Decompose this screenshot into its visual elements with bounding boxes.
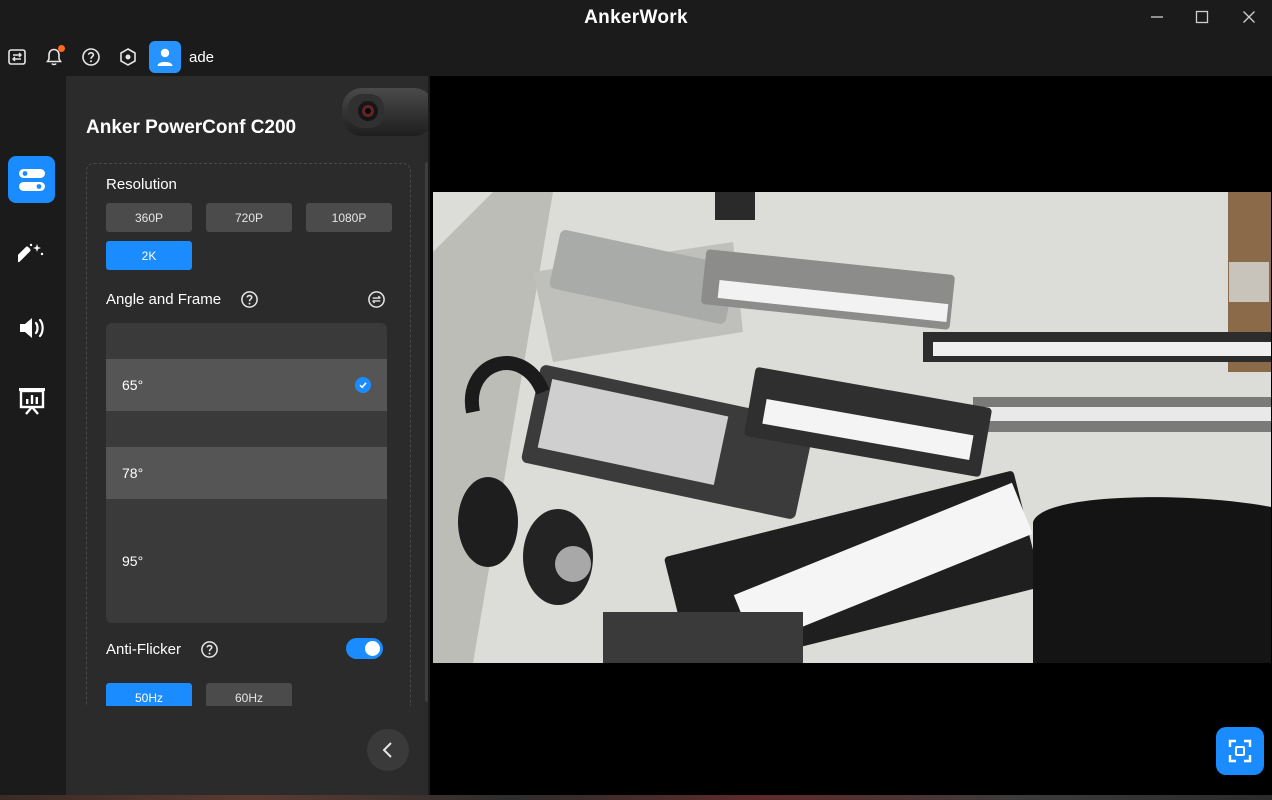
resolution-option-720p[interactable]: 720P (206, 203, 292, 232)
anti-flicker-label: Anti-Flicker (106, 641, 182, 658)
maximize-icon (1195, 10, 1209, 24)
angle-frame-label: Angle and Frame (106, 291, 222, 308)
desktop-strip (0, 795, 1272, 800)
device-title: Anker PowerConf C200 (86, 117, 297, 138)
fullscreen-button[interactable] (1216, 727, 1264, 775)
switch-device-icon (8, 49, 26, 65)
notifications-button[interactable] (43, 45, 65, 68)
presentation-icon (18, 387, 45, 415)
minimize-icon (1151, 16, 1163, 18)
top-toolbar: ade (0, 38, 430, 76)
help-icon (240, 290, 258, 308)
magic-wand-icon (17, 243, 43, 262)
webcam-image (342, 88, 428, 136)
angle-option-78[interactable]: 78° (106, 447, 387, 499)
anti-flicker-toggle[interactable] (346, 638, 383, 659)
close-icon (1243, 11, 1255, 23)
resolution-option-2k[interactable]: 2K (106, 241, 192, 270)
reset-icon (367, 290, 385, 308)
notification-dot (58, 45, 65, 52)
check-icon (355, 377, 371, 393)
maximize-button[interactable] (1187, 5, 1217, 29)
camera-feed-image (433, 192, 1271, 663)
resolution-option-1080p[interactable]: 1080P (306, 203, 392, 232)
resolution-label: Resolution (106, 176, 177, 193)
angle-help-button[interactable] (239, 289, 259, 309)
nav-item-effects[interactable] (8, 231, 55, 278)
avatar[interactable] (149, 41, 181, 73)
title-bar: AnkerWork (0, 0, 1272, 36)
angle-option-95[interactable]: 95° (106, 535, 387, 587)
nav-item-presentation[interactable] (8, 377, 55, 424)
angle-option-label: 95° (122, 553, 144, 569)
nav-item-camera-settings[interactable] (8, 156, 55, 203)
angle-option-label: 65° (122, 377, 144, 393)
device-settings-panel: Anker PowerConf C200 Resolution 360P 720… (66, 76, 428, 800)
angle-option-label: 78° (122, 465, 144, 481)
chevron-left-icon (382, 742, 392, 758)
minimize-button[interactable] (1142, 5, 1172, 29)
scrollbar[interactable] (425, 162, 428, 702)
camera-settings-icon (18, 168, 45, 191)
settings-button[interactable] (117, 46, 139, 68)
collapse-panel-button[interactable] (367, 729, 409, 771)
fullscreen-icon (1228, 739, 1252, 763)
ankerwork-app: AnkerWork ade Anker PowerConf C200 Resol… (0, 0, 1272, 800)
anti-flicker-help-button[interactable] (199, 639, 219, 659)
nav-item-audio[interactable] (8, 304, 55, 351)
help-button[interactable] (80, 46, 102, 68)
camera-preview-area (430, 76, 1272, 800)
user-icon (157, 48, 173, 66)
username: ade (189, 49, 215, 66)
help-icon (200, 640, 218, 658)
resolution-option-360p[interactable]: 360P (106, 203, 192, 232)
toggle-knob (365, 641, 380, 656)
angle-option-65[interactable]: 65° (106, 359, 387, 411)
app-title: AnkerWork (584, 7, 688, 28)
settings-hex-icon (120, 48, 136, 66)
switch-device-button[interactable] (6, 46, 28, 68)
speaker-icon (19, 317, 44, 338)
angle-reset-button[interactable] (366, 289, 386, 309)
left-nav (0, 76, 66, 800)
help-icon (82, 48, 100, 66)
close-button[interactable] (1234, 5, 1264, 29)
angle-list: 65° 78° 95° (106, 323, 387, 623)
